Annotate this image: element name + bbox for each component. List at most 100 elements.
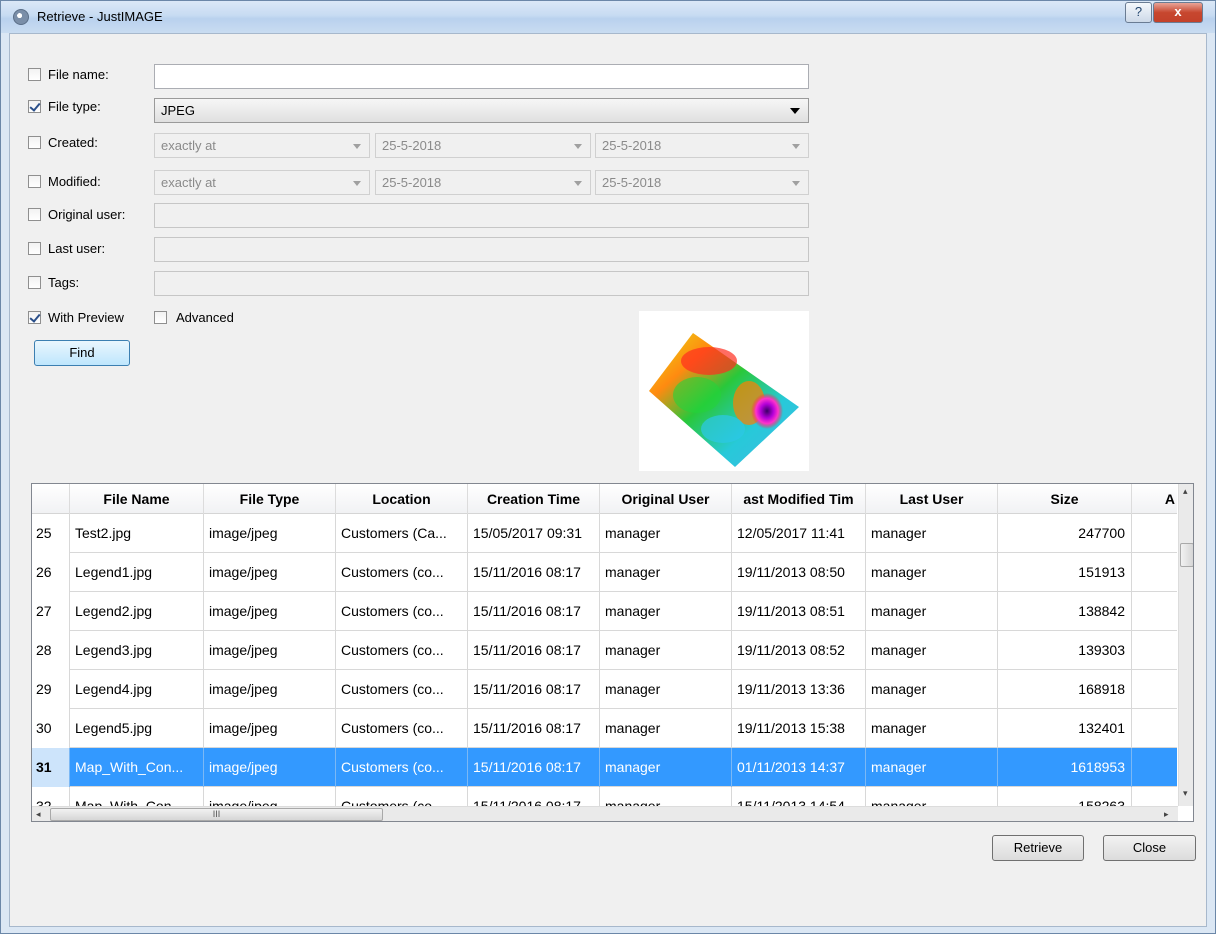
cell-file-name[interactable]: Legend5.jpg xyxy=(70,709,204,748)
retrieve-button[interactable]: Retrieve xyxy=(992,835,1084,861)
cell-file-name[interactable]: Legend3.jpg xyxy=(70,631,204,670)
close-window-button[interactable]: x xyxy=(1153,2,1203,23)
original-user-checkbox[interactable] xyxy=(28,208,41,221)
cell-creation-time[interactable]: 15/05/2017 09:31 xyxy=(468,514,600,553)
cell-row-number[interactable]: 29 xyxy=(32,670,70,709)
cell-file-name[interactable]: Legend4.jpg xyxy=(70,670,204,709)
cell-file-name[interactable]: Test2.jpg xyxy=(70,514,204,553)
column-header-last-user[interactable]: Last User xyxy=(866,484,998,514)
file-name-checkbox[interactable] xyxy=(28,68,41,81)
cell-last-user[interactable]: manager xyxy=(866,631,998,670)
cell-file-type[interactable]: image/jpeg xyxy=(204,553,336,592)
cell-extra[interactable] xyxy=(1132,748,1177,787)
column-header-extra[interactable]: A xyxy=(1132,484,1177,514)
original-user-input[interactable] xyxy=(154,203,809,228)
cell-row-number[interactable]: 26 xyxy=(32,553,70,592)
cell-location[interactable]: Customers (co... xyxy=(336,670,468,709)
created-to-date[interactable]: 25-5-2018 xyxy=(595,133,809,158)
scroll-up-icon[interactable]: ▴ xyxy=(1183,486,1188,497)
cell-file-type[interactable]: image/jpeg xyxy=(204,748,336,787)
modified-checkbox[interactable] xyxy=(28,175,41,188)
modified-mode-select[interactable]: exactly at xyxy=(154,170,370,195)
cell-last-modified-time[interactable]: 19/11/2013 08:51 xyxy=(732,592,866,631)
cell-original-user[interactable]: manager xyxy=(600,514,732,553)
cell-last-modified-time[interactable]: 19/11/2013 15:38 xyxy=(732,709,866,748)
cell-creation-time[interactable]: 15/11/2016 08:17 xyxy=(468,553,600,592)
cell-extra[interactable] xyxy=(1132,514,1177,553)
cell-location[interactable]: Customers (co... xyxy=(336,709,468,748)
cell-last-user[interactable]: manager xyxy=(866,592,998,631)
table-row[interactable]: 29 Legend4.jpg image/jpeg Customers (co... 1… xyxy=(32,670,1177,709)
cell-creation-time[interactable]: 15/11/2016 08:17 xyxy=(468,631,600,670)
cell-last-user[interactable]: manager xyxy=(866,709,998,748)
cell-file-name[interactable]: Legend2.jpg xyxy=(70,592,204,631)
cell-extra[interactable] xyxy=(1132,592,1177,631)
scroll-left-icon[interactable]: ◂ xyxy=(36,809,41,820)
cell-size[interactable]: 168918 xyxy=(998,670,1132,709)
column-header-file-type[interactable]: File Type xyxy=(204,484,336,514)
cell-original-user[interactable]: manager xyxy=(600,631,732,670)
cell-last-user[interactable]: manager xyxy=(866,514,998,553)
file-name-input[interactable] xyxy=(154,64,809,89)
column-header-last-modified-time[interactable]: ast Modified Tim xyxy=(732,484,866,514)
column-header-file-name[interactable]: File Name xyxy=(70,484,204,514)
file-type-select[interactable]: JPEG xyxy=(154,98,809,123)
modified-from-date[interactable]: 25-5-2018 xyxy=(375,170,591,195)
cell-last-user[interactable]: manager xyxy=(866,748,998,787)
title-bar[interactable]: Retrieve - JustIMAGE ? x xyxy=(1,1,1215,33)
modified-to-date[interactable]: 25-5-2018 xyxy=(595,170,809,195)
cell-row-number[interactable]: 31 xyxy=(32,748,70,787)
cell-size[interactable]: 138842 xyxy=(998,592,1132,631)
cell-last-modified-time[interactable]: 19/11/2013 08:50 xyxy=(732,553,866,592)
cell-creation-time[interactable]: 15/11/2016 08:17 xyxy=(468,592,600,631)
cell-row-number[interactable]: 30 xyxy=(32,709,70,748)
cell-last-modified-time[interactable]: 12/05/2017 11:41 xyxy=(732,514,866,553)
help-button[interactable]: ? xyxy=(1125,2,1152,23)
cell-file-name[interactable]: Map_With_Con... xyxy=(70,748,204,787)
cell-location[interactable]: Customers (co... xyxy=(336,553,468,592)
table-row[interactable]: 28 Legend3.jpg image/jpeg Customers (co... 1… xyxy=(32,631,1177,670)
cell-original-user[interactable]: manager xyxy=(600,670,732,709)
table-row[interactable]: 31 Map_With_Con... image/jpeg Customers (co… xyxy=(32,748,1177,787)
cell-extra[interactable] xyxy=(1132,631,1177,670)
cell-extra[interactable] xyxy=(1132,553,1177,592)
cell-last-user[interactable]: manager xyxy=(866,553,998,592)
cell-size[interactable]: 247700 xyxy=(998,514,1132,553)
file-type-checkbox[interactable] xyxy=(28,100,41,113)
horizontal-scroll-thumb[interactable]: III xyxy=(50,808,383,821)
cell-creation-time[interactable]: 15/11/2016 08:17 xyxy=(468,748,600,787)
cell-location[interactable]: Customers (co... xyxy=(336,631,468,670)
cell-location[interactable]: Customers (co... xyxy=(336,748,468,787)
tags-checkbox[interactable] xyxy=(28,276,41,289)
column-header-creation-time[interactable]: Creation Time xyxy=(468,484,600,514)
horizontal-scrollbar[interactable]: ◂ III ▸ xyxy=(32,806,1178,821)
cell-creation-time[interactable]: 15/11/2016 08:17 xyxy=(468,709,600,748)
scroll-right-icon[interactable]: ▸ xyxy=(1164,809,1169,820)
cell-original-user[interactable]: manager xyxy=(600,553,732,592)
column-header-original-user[interactable]: Original User xyxy=(600,484,732,514)
vertical-scroll-thumb[interactable] xyxy=(1180,543,1193,567)
cell-row-number[interactable]: 25 xyxy=(32,514,70,553)
cell-file-type[interactable]: image/jpeg xyxy=(204,631,336,670)
cell-file-type[interactable]: image/jpeg xyxy=(204,592,336,631)
table-row[interactable]: 25 Test2.jpg image/jpeg Customers (Ca... 15/… xyxy=(32,514,1177,553)
cell-row-number[interactable]: 28 xyxy=(32,631,70,670)
cell-location[interactable]: Customers (Ca... xyxy=(336,514,468,553)
close-button[interactable]: Close xyxy=(1103,835,1196,861)
cell-size[interactable]: 132401 xyxy=(998,709,1132,748)
table-row[interactable]: 26 Legend1.jpg image/jpeg Customers (co... 1… xyxy=(32,553,1177,592)
cell-original-user[interactable]: manager xyxy=(600,592,732,631)
cell-last-user[interactable]: manager xyxy=(866,670,998,709)
cell-size[interactable]: 151913 xyxy=(998,553,1132,592)
cell-last-modified-time[interactable]: 01/11/2013 14:37 xyxy=(732,748,866,787)
cell-file-type[interactable]: image/jpeg xyxy=(204,709,336,748)
table-row[interactable]: 30 Legend5.jpg image/jpeg Customers (co... 1… xyxy=(32,709,1177,748)
cell-location[interactable]: Customers (co... xyxy=(336,592,468,631)
find-button[interactable]: Find xyxy=(34,340,130,366)
last-user-checkbox[interactable] xyxy=(28,242,41,255)
cell-creation-time[interactable]: 15/11/2016 08:17 xyxy=(468,670,600,709)
cell-file-name[interactable]: Legend1.jpg xyxy=(70,553,204,592)
column-header-size[interactable]: Size xyxy=(998,484,1132,514)
column-header-location[interactable]: Location xyxy=(336,484,468,514)
vertical-scrollbar[interactable]: ▴ ▾ xyxy=(1178,484,1193,806)
